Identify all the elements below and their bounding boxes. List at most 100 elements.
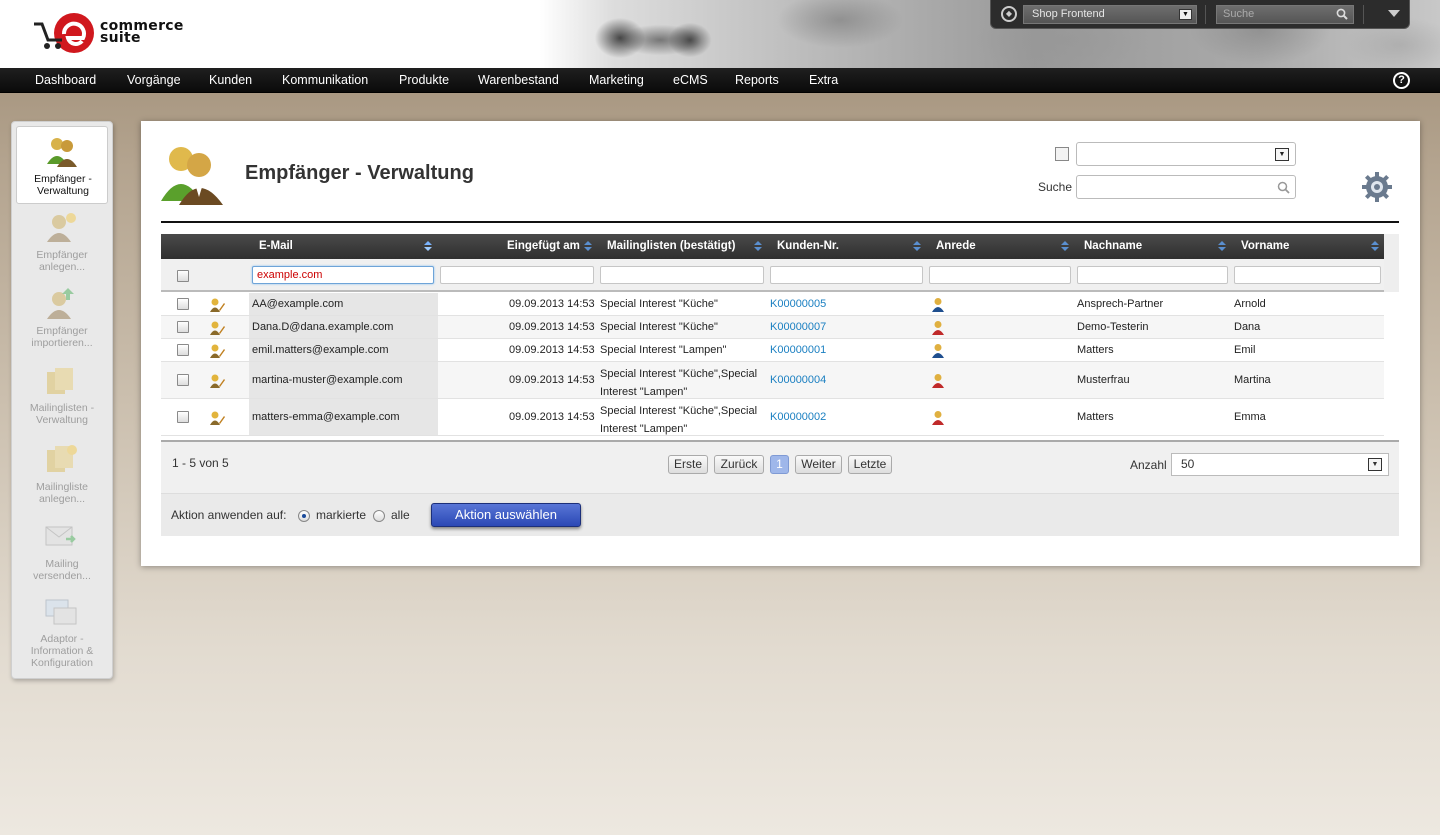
edit-user-icon[interactable] — [209, 373, 225, 389]
row-checkbox[interactable] — [177, 374, 189, 386]
sort-icon[interactable] — [424, 241, 432, 252]
customer-number-link[interactable]: K00000005 — [770, 298, 826, 310]
commerce-suite-logo[interactable]: commerce suite — [30, 12, 190, 56]
prev-page-button[interactable]: Zurück — [714, 455, 764, 474]
content-panel: Empfänger - Verwaltung ▼ Suche E-Mail Ei… — [141, 121, 1420, 566]
filter-email-input[interactable]: example.com — [252, 266, 434, 284]
search-input[interactable] — [1076, 175, 1296, 199]
filter-icon[interactable] — [1055, 147, 1069, 161]
row-checkbox[interactable] — [177, 344, 189, 356]
edit-user-icon[interactable] — [209, 320, 225, 336]
column-email[interactable]: E-Mail — [259, 234, 293, 259]
radio-all[interactable] — [373, 510, 385, 522]
inserted-cell: 09.09.2013 14:53 — [509, 321, 595, 333]
table-row[interactable]: Dana.D@dana.example.com 09.09.2013 14:53 S… — [161, 316, 1384, 339]
chevron-down-icon: ▼ — [1368, 458, 1382, 471]
column-mailinglists[interactable]: Mailinglisten (bestätigt) — [607, 234, 735, 259]
sidebar-item-create-mailinglist[interactable]: Mailingliste anlegen... — [16, 440, 108, 510]
radio-marked-label[interactable]: markierte — [316, 508, 366, 522]
users-icon — [161, 147, 223, 205]
customer-number-link[interactable]: K00000007 — [770, 321, 826, 333]
sort-icon[interactable] — [1061, 241, 1069, 252]
mailinglists-cell: Special Interest "Küche" — [600, 321, 718, 333]
search-icon[interactable] — [1277, 181, 1290, 194]
email-cell: Dana.D@dana.example.com — [252, 321, 394, 333]
nav-ecms[interactable]: eCMS — [673, 72, 708, 88]
page-size-select[interactable]: 50 ▼ — [1171, 453, 1389, 476]
page-size-label: Anzahl — [1130, 458, 1167, 472]
user-import-icon — [47, 288, 74, 319]
top-toolbar: ◆ Shop Frontend ▼ Suche — [990, 0, 1410, 29]
column-inserted[interactable]: Eingefügt am — [507, 234, 580, 259]
sidebar-item-mailinglists[interactable]: Mailinglisten - Verwaltung — [16, 362, 108, 432]
nav-vorgaenge[interactable]: Vorgänge — [127, 72, 181, 88]
radio-all-label[interactable]: alle — [391, 508, 410, 522]
row-checkbox[interactable] — [177, 321, 189, 333]
table-row[interactable]: emil.matters@example.com 09.09.2013 14:53… — [161, 339, 1384, 362]
edit-user-icon[interactable] — [209, 343, 225, 359]
filter-mailinglists-input[interactable] — [600, 266, 764, 284]
firstname-cell: Dana — [1234, 321, 1261, 333]
row-checkbox[interactable] — [177, 298, 189, 310]
first-page-button[interactable]: Erste — [668, 455, 708, 474]
email-cell: AA@example.com — [252, 298, 344, 310]
table-header: E-Mail Eingefügt am Mailinglisten (bestä… — [161, 234, 1384, 259]
filter-inserted-input[interactable] — [440, 266, 594, 284]
filter-customer-input[interactable] — [770, 266, 923, 284]
edit-user-icon[interactable] — [209, 297, 225, 313]
customer-number-link[interactable]: K00000001 — [770, 344, 826, 356]
mailinglists-icon — [47, 368, 73, 394]
nav-marketing[interactable]: Marketing — [589, 72, 644, 88]
nav-produkte[interactable]: Produkte — [399, 72, 449, 88]
radio-marked[interactable] — [298, 510, 310, 522]
mailinglists-cell: Special Interest "Küche",Special Interest… — [600, 368, 758, 398]
customer-number-link[interactable]: K00000002 — [770, 411, 826, 423]
row-checkbox[interactable] — [177, 411, 189, 423]
edit-user-icon[interactable] — [209, 410, 225, 426]
gear-icon[interactable] — [1361, 171, 1393, 203]
column-customer-no[interactable]: Kunden-Nr. — [777, 234, 839, 259]
page-number-button[interactable]: 1 — [770, 455, 789, 474]
sidebar-item-import-recipients[interactable]: Empfänger importieren... — [16, 284, 108, 354]
next-page-button[interactable]: Weiter — [795, 455, 842, 474]
nav-warenbestand[interactable]: Warenbestand — [478, 72, 559, 88]
filter-select[interactable]: ▼ — [1076, 142, 1296, 166]
help-icon[interactable]: ? — [1393, 72, 1410, 89]
user-menu-toggle-icon[interactable] — [1388, 10, 1400, 17]
shop-select[interactable]: Shop Frontend ▼ — [1023, 5, 1197, 24]
column-lastname[interactable]: Nachname — [1084, 234, 1142, 259]
sort-icon[interactable] — [913, 241, 921, 252]
lastname-cell: Musterfrau — [1077, 374, 1130, 386]
sidebar-item-recipients[interactable]: Empfänger - Verwaltung — [16, 126, 108, 204]
sort-icon[interactable] — [754, 241, 762, 252]
column-firstname[interactable]: Vorname — [1241, 234, 1289, 259]
filter-salutation-input[interactable] — [929, 266, 1071, 284]
chevron-down-icon: ▼ — [1179, 9, 1192, 20]
select-all-checkbox[interactable] — [177, 270, 189, 282]
nav-kommunikation[interactable]: Kommunikation — [282, 72, 368, 88]
last-page-button[interactable]: Letzte — [848, 455, 892, 474]
table-row[interactable]: martina-muster@example.com 09.09.2013 14:… — [161, 362, 1384, 399]
apply-action-button[interactable]: Aktion auswählen — [431, 503, 581, 527]
table-row[interactable]: matters-emma@example.com 09.09.2013 14:53… — [161, 399, 1384, 436]
sidebar-item-adaptor[interactable]: Adaptor - Information & Konfiguration — [16, 592, 108, 672]
sort-icon[interactable] — [584, 241, 592, 252]
sidebar-item-send-mailing[interactable]: Mailing versenden... — [16, 517, 108, 587]
filter-firstname-input[interactable] — [1234, 266, 1381, 284]
sort-icon[interactable] — [1371, 241, 1379, 252]
search-icon[interactable] — [1336, 8, 1348, 20]
filter-lastname-input[interactable] — [1077, 266, 1228, 284]
nav-reports[interactable]: Reports — [735, 72, 779, 88]
shop-switch-icon[interactable]: ◆ — [1001, 6, 1017, 22]
table-row[interactable]: AA@example.com 09.09.2013 14:53 Special In… — [161, 293, 1384, 316]
female-user-icon — [932, 321, 944, 335]
nav-extra[interactable]: Extra — [809, 72, 838, 88]
sidebar-item-create-recipient[interactable]: Empfänger anlegen... — [16, 208, 108, 278]
nav-dashboard[interactable]: Dashboard — [35, 72, 96, 88]
global-search-input[interactable]: Suche — [1216, 5, 1354, 24]
nav-kunden[interactable]: Kunden — [209, 72, 252, 88]
sort-icon[interactable] — [1218, 241, 1226, 252]
record-count: 1 - 5 von 5 — [172, 456, 229, 470]
column-salutation[interactable]: Anrede — [936, 234, 976, 259]
customer-number-link[interactable]: K00000004 — [770, 374, 826, 386]
